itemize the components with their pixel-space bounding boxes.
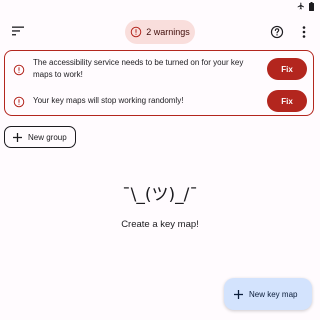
sort-menu-button[interactable] (6, 20, 30, 44)
help-circle-icon (270, 25, 284, 39)
error-icon (130, 26, 142, 38)
key-mapper-home-screen: 2 warnings The accessibility service nee… (0, 0, 320, 320)
error-icon (13, 95, 27, 109)
plus-icon (234, 289, 243, 299)
new-key-map-fab[interactable]: New key map (224, 278, 312, 310)
error-icon (13, 63, 27, 77)
more-vert-icon (302, 26, 306, 38)
new-key-map-label: New key map (249, 289, 298, 299)
empty-state-message: Create a key map! (121, 219, 199, 230)
fix-accessibility-button[interactable]: Fix (267, 58, 307, 80)
warnings-chip-label: 2 warnings (146, 27, 190, 37)
sort-icon (12, 23, 24, 41)
top-app-bar: 2 warnings (0, 18, 320, 46)
battery-icon (309, 1, 314, 11)
fix-battery-button[interactable]: Fix (267, 90, 307, 112)
new-group-label: New group (28, 132, 67, 142)
warnings-card: The accessibility service needs to be tu… (4, 50, 314, 116)
warnings-chip[interactable]: 2 warnings (125, 20, 195, 44)
new-group-button[interactable]: New group (4, 126, 76, 148)
more-options-button[interactable] (292, 20, 316, 44)
airplane-icon (297, 2, 305, 10)
status-bar (297, 0, 320, 12)
help-button[interactable] (265, 20, 289, 44)
warning-text: The accessibility service needs to be tu… (33, 58, 244, 79)
warning-text: Your key maps will stop working randomly… (33, 96, 184, 105)
shrug-emoticon: ¯\_(ツ)_/¯ (122, 185, 198, 205)
plus-icon (13, 132, 22, 142)
